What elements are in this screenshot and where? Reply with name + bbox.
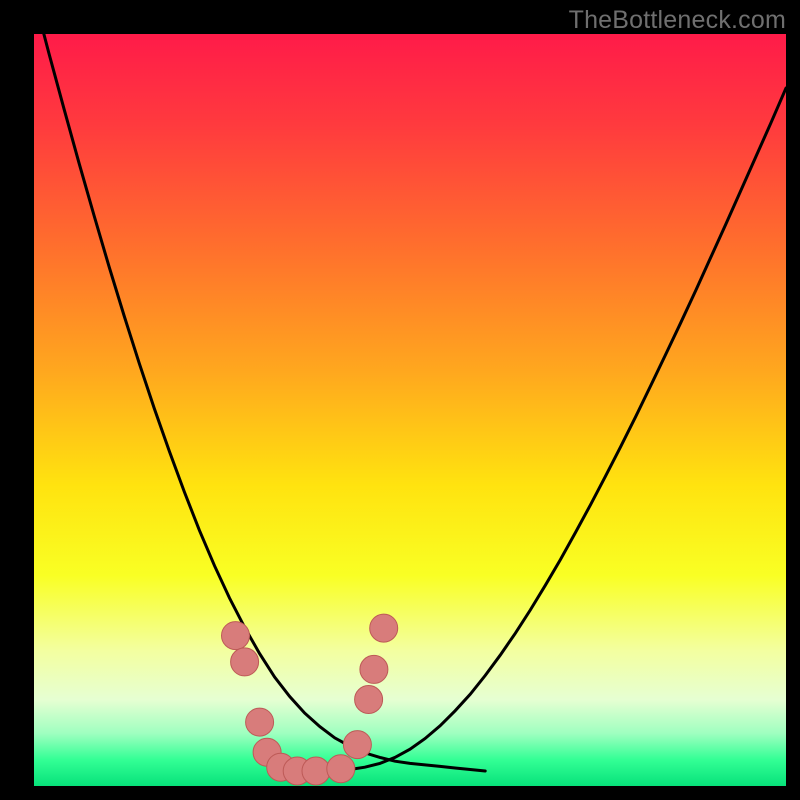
- chart-frame: TheBottleneck.com: [0, 0, 800, 800]
- data-marker: [302, 757, 330, 785]
- data-marker: [355, 686, 383, 714]
- left-branch-curve: [34, 34, 485, 771]
- watermark-text: TheBottleneck.com: [569, 6, 786, 35]
- right-branch-curve: [335, 88, 786, 771]
- data-markers: [222, 614, 398, 785]
- data-marker: [343, 731, 371, 759]
- data-marker: [246, 708, 274, 736]
- data-marker: [370, 614, 398, 642]
- chart-curves: [34, 34, 786, 786]
- data-marker: [360, 655, 388, 683]
- plot-area: [34, 34, 786, 786]
- data-marker: [222, 622, 250, 650]
- data-marker: [231, 648, 259, 676]
- data-marker: [327, 755, 355, 783]
